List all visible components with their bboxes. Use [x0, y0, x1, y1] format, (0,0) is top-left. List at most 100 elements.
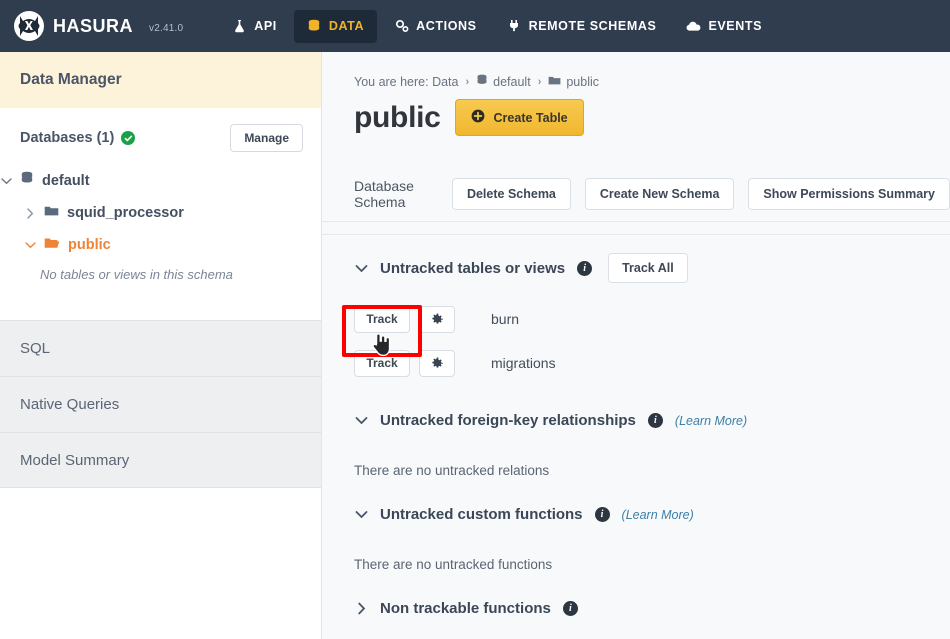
- create-table-button[interactable]: Create Table: [454, 99, 584, 136]
- untracked-table-row-burn: Track burn: [322, 304, 950, 334]
- nav-item-events[interactable]: EVENTS: [673, 10, 775, 43]
- chevron-down-icon[interactable]: [24, 239, 36, 251]
- databases-label: Databases (1): [20, 130, 115, 146]
- untracked-functions-empty: There are no untracked functions: [354, 557, 553, 572]
- gear-icon[interactable]: [419, 305, 455, 333]
- sidebar-label-model-summary: Model Summary: [20, 451, 130, 469]
- hasura-logo-icon: [14, 11, 44, 41]
- nav-item-api[interactable]: API: [219, 10, 290, 43]
- divider: [322, 221, 950, 222]
- section-untracked-functions-header: Untracked custom functions i (Learn More…: [322, 506, 950, 523]
- brand-name: HASURA: [53, 15, 134, 36]
- chevron-down-icon[interactable]: [0, 175, 12, 187]
- folder-open-icon: [44, 236, 60, 254]
- chevron-right-icon[interactable]: [24, 207, 36, 219]
- nav-label-actions: ACTIONS: [416, 19, 477, 33]
- track-all-button[interactable]: Track All: [608, 253, 688, 283]
- folder-closed-icon: [548, 75, 561, 89]
- nav-items: API DATA ACTIONS REMOTE SCHEMAS EVENTS: [219, 9, 775, 43]
- section-untracked-fk-header: Untracked foreign-key relationships i (L…: [322, 412, 950, 429]
- chevron-down-icon[interactable]: [354, 264, 368, 273]
- sidebar-item-sql[interactable]: SQL: [0, 320, 321, 376]
- manage-button[interactable]: Manage: [230, 124, 303, 152]
- learn-more-link-fk[interactable]: (Learn More): [675, 414, 747, 428]
- section-title-untracked-functions: Untracked custom functions: [380, 506, 583, 523]
- learn-more-link-functions[interactable]: (Learn More): [622, 508, 694, 522]
- breadcrumb-prefix[interactable]: You are here: Data: [354, 75, 458, 89]
- tree-label-public: public: [68, 237, 111, 253]
- tree-label-default: default: [42, 172, 90, 189]
- main-content: You are here: Data › default › public pu…: [322, 52, 950, 639]
- track-button-migrations[interactable]: Track: [354, 349, 410, 377]
- sidebar-label-native-queries: Native Queries: [20, 396, 120, 413]
- sidebar-header: Data Manager: [0, 52, 321, 108]
- nav-item-data[interactable]: DATA: [293, 9, 378, 43]
- nav-item-remote-schemas[interactable]: REMOTE SCHEMAS: [494, 10, 670, 43]
- hasura-brand[interactable]: HASURA v2.41.0: [14, 11, 183, 41]
- section-title-untracked-tables: Untracked tables or views: [380, 259, 566, 277]
- untracked-relations-empty: There are no untracked relations: [354, 463, 550, 478]
- tree-item-squid-processor[interactable]: squid_processor: [0, 197, 321, 229]
- nav-label-api: API: [254, 19, 277, 33]
- info-icon[interactable]: i: [562, 601, 578, 616]
- database-icon: [476, 74, 488, 89]
- chevron-down-icon[interactable]: [354, 510, 368, 519]
- gear-icon[interactable]: [419, 349, 455, 377]
- folder-closed-icon: [44, 204, 59, 222]
- tree-item-default[interactable]: default: [0, 164, 321, 197]
- sidebar: Data Manager Databases (1) Manage defaul…: [0, 52, 322, 639]
- create-new-schema-button[interactable]: Create New Schema: [584, 178, 735, 210]
- info-icon[interactable]: i: [594, 507, 610, 522]
- database-schema-row: Database Schema Delete Schema Create New…: [322, 136, 950, 210]
- database-schema-label: Database Schema: [354, 178, 414, 210]
- section-title-non-trackable-functions: Non trackable functions: [380, 600, 551, 617]
- section-untracked-tables-header: Untracked tables or views i Track All: [322, 253, 950, 283]
- nav-item-actions[interactable]: ACTIONS: [381, 10, 489, 43]
- table-name-burn: burn: [491, 311, 520, 327]
- breadcrumb-separator: ›: [465, 75, 470, 88]
- breadcrumb-item-public[interactable]: public: [548, 75, 599, 89]
- section-non-trackable-functions-header: Non trackable functions i: [322, 600, 950, 617]
- track-button-burn[interactable]: Track: [354, 305, 410, 333]
- divider: [322, 234, 950, 235]
- gears-icon: [394, 19, 409, 34]
- plus-circle-icon: [471, 109, 485, 126]
- chevron-down-icon[interactable]: [354, 416, 368, 425]
- tree-item-public[interactable]: public: [0, 229, 321, 261]
- version-label: v2.41.0: [149, 23, 184, 34]
- sidebar-item-native-queries[interactable]: Native Queries: [0, 376, 321, 432]
- database-tree: default squid_processor public No tables…: [0, 158, 321, 282]
- page-title: public: [354, 100, 441, 134]
- flask-icon: [232, 19, 247, 34]
- plug-icon: [507, 19, 522, 34]
- info-icon[interactable]: i: [647, 413, 663, 428]
- hasura-console: HASURA v2.41.0 API DATA ACTIONS REMOTE S…: [0, 0, 950, 639]
- nav-label-events: EVENTS: [708, 19, 763, 33]
- database-icon: [307, 19, 322, 34]
- databases-title: Databases (1): [20, 130, 136, 146]
- sidebar-item-model-summary[interactable]: Model Summary: [0, 432, 321, 488]
- tree-label-squid-processor: squid_processor: [67, 205, 184, 221]
- nav-label-remote-schemas: REMOTE SCHEMAS: [528, 19, 657, 33]
- untracked-table-row-migrations: Track migrations: [322, 348, 950, 378]
- breadcrumb-label-default: default: [493, 74, 531, 89]
- top-navigation-bar: HASURA v2.41.0 API DATA ACTIONS REMOTE S…: [0, 0, 950, 52]
- breadcrumb: You are here: Data › default › public: [322, 52, 950, 89]
- breadcrumb-separator: ›: [537, 75, 542, 88]
- chevron-right-icon[interactable]: [354, 602, 368, 615]
- table-name-migrations: migrations: [491, 355, 556, 371]
- create-table-label: Create Table: [493, 110, 568, 125]
- nav-label-data: DATA: [328, 19, 365, 33]
- schema-empty-message: No tables or views in this schema: [40, 267, 233, 282]
- show-permissions-summary-button[interactable]: Show Permissions Summary: [748, 178, 950, 210]
- title-row: public Create Table: [322, 89, 950, 136]
- cloud-icon: [686, 19, 701, 34]
- delete-schema-button[interactable]: Delete Schema: [451, 178, 571, 210]
- info-icon[interactable]: i: [577, 260, 593, 276]
- database-icon: [20, 171, 34, 190]
- sidebar-nav: SQL Native Queries Model Summary: [0, 320, 321, 488]
- sidebar-label-sql: SQL: [20, 340, 51, 357]
- sidebar-header-label: Data Manager: [20, 71, 122, 88]
- section-title-untracked-fk: Untracked foreign-key relationships: [380, 412, 636, 429]
- breadcrumb-item-default[interactable]: default: [476, 74, 531, 89]
